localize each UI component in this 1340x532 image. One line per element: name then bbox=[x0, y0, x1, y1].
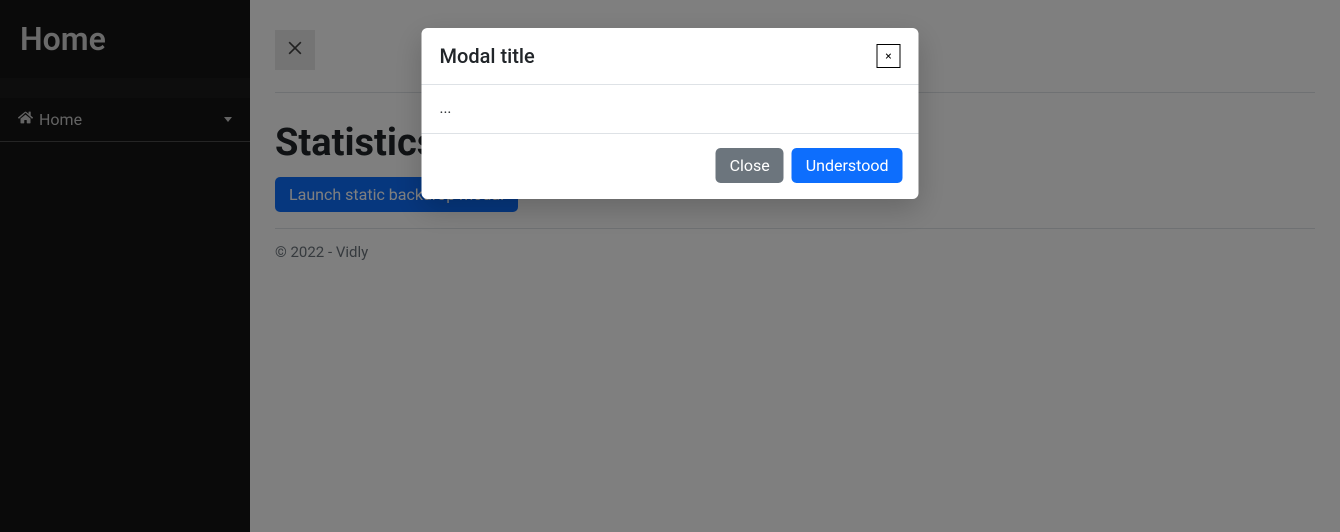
modal-footer: Close Understood bbox=[422, 133, 919, 199]
modal-body: ... bbox=[422, 85, 919, 133]
modal-title: Modal title bbox=[440, 44, 535, 68]
modal-confirm-button[interactable]: Understood bbox=[792, 148, 903, 183]
close-icon: × bbox=[885, 50, 891, 62]
modal-close-secondary-button[interactable]: Close bbox=[716, 148, 784, 183]
modal-close-button[interactable]: × bbox=[877, 44, 901, 68]
modal-header: Modal title × bbox=[422, 28, 919, 85]
modal-dialog: Modal title × ... Close Understood bbox=[422, 28, 919, 199]
